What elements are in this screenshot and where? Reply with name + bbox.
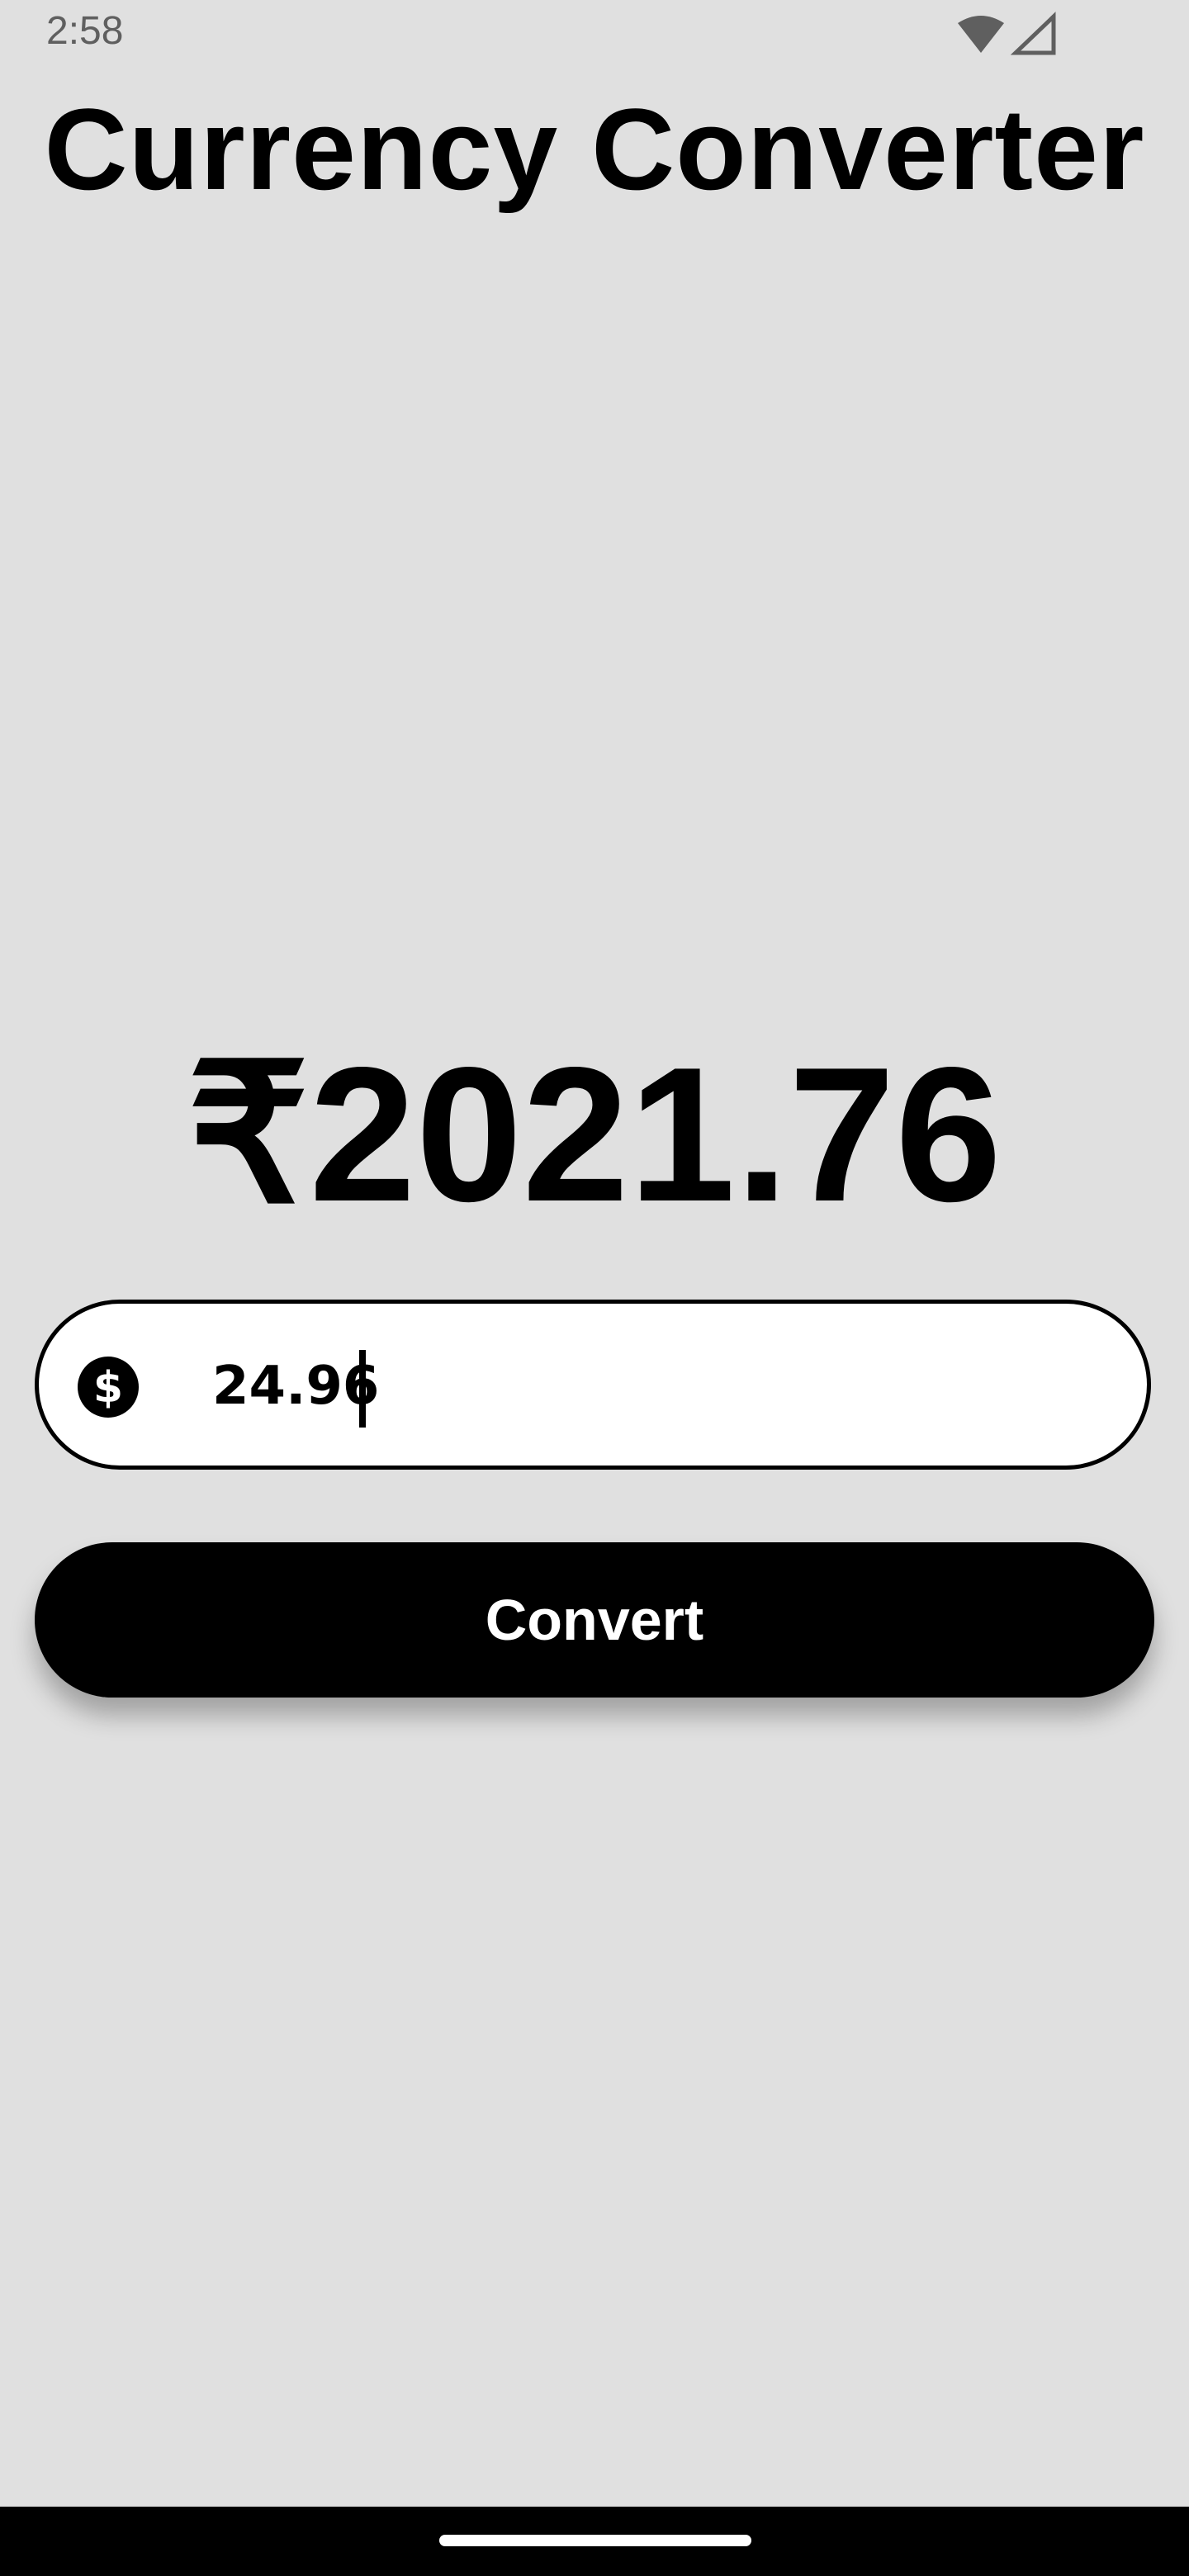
home-handle[interactable] — [439, 2535, 751, 2546]
status-bar: 2:58 — [0, 0, 1189, 66]
cellular-signal-icon — [1010, 12, 1056, 55]
status-time: 2:58 — [46, 9, 124, 53]
status-icons — [958, 12, 1056, 55]
amount-input[interactable] — [176, 1337, 1084, 1436]
wifi-icon — [958, 16, 1004, 53]
converted-amount: ₹2021.76 — [187, 1028, 1002, 1242]
convert-button[interactable]: Convert — [35, 1542, 1154, 1698]
amount-field[interactable]: $ — [35, 1300, 1151, 1470]
svg-text:$: $ — [93, 1363, 123, 1413]
text-cursor — [359, 1350, 366, 1428]
navigation-bar — [0, 2507, 1189, 2576]
dollar-circle-icon: $ — [78, 1357, 139, 1418]
app-title: Currency Converter — [44, 84, 1145, 214]
